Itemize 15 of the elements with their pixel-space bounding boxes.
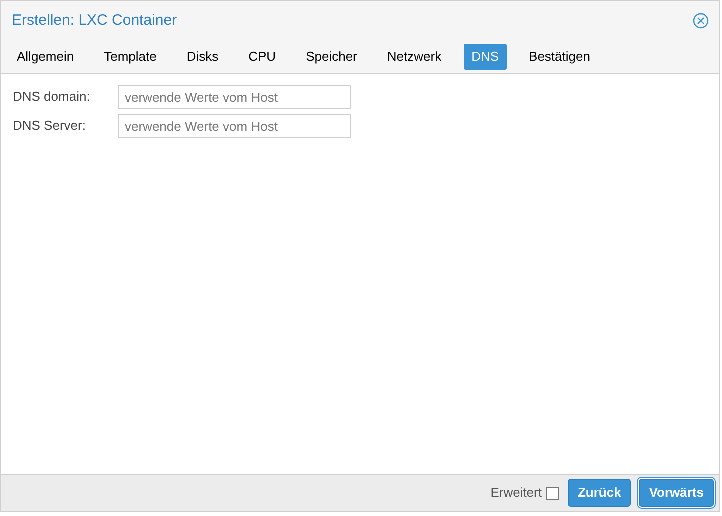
field-label: DNS domain: xyxy=(13,88,92,106)
checkbox[interactable] xyxy=(546,486,559,500)
input-field[interactable]: verwende Werte vom Host xyxy=(118,85,351,109)
tab[interactable]: CPU xyxy=(240,44,284,70)
field-label: DNS Server: xyxy=(13,117,87,136)
window-title: Erstellen: LXC Container xyxy=(12,10,178,31)
tab[interactable]: Template xyxy=(96,44,165,70)
checkbox-label: Erweitert xyxy=(490,484,542,502)
tab[interactable]: Netzwerk xyxy=(379,44,450,70)
tab[interactable]: Bestätigen xyxy=(521,44,598,70)
tab[interactable]: Disks xyxy=(178,44,227,70)
tab[interactable]: Allgemein xyxy=(9,44,82,70)
tab[interactable]: Speicher xyxy=(298,44,366,70)
close-icon[interactable] xyxy=(693,13,709,29)
input-field[interactable]: verwende Werte vom Host xyxy=(118,114,351,138)
